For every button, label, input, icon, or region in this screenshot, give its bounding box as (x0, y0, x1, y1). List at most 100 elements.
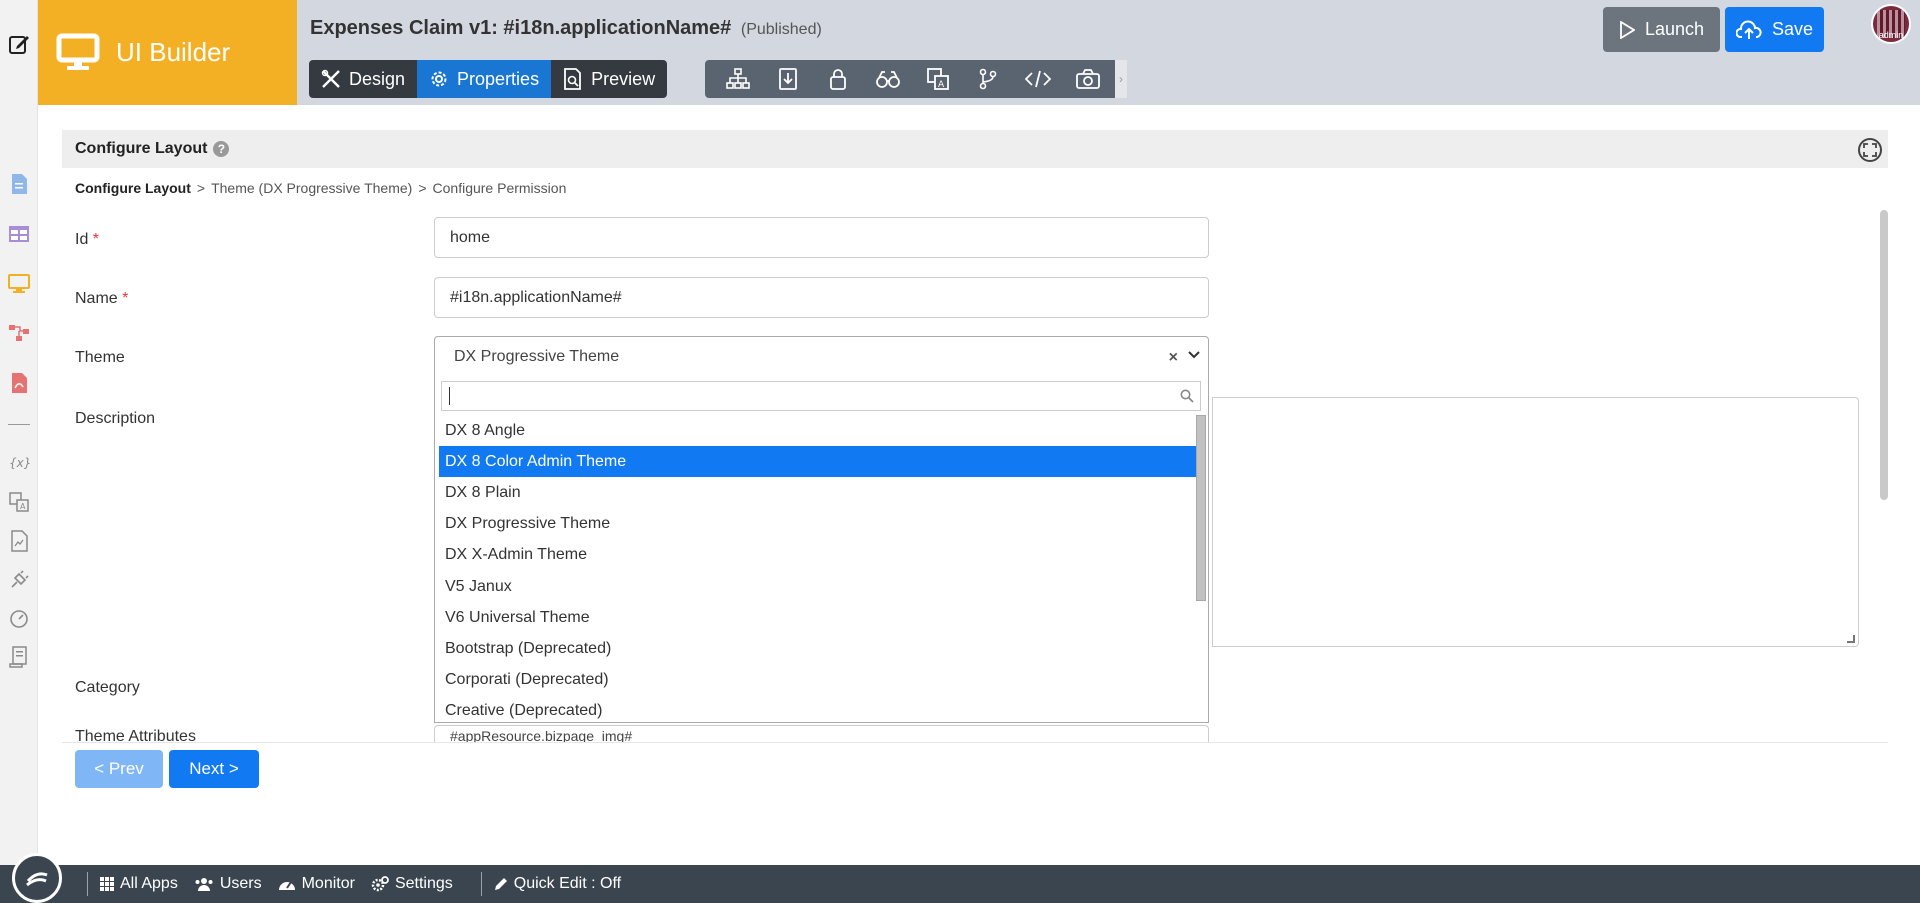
tab-preview[interactable]: Preview (551, 60, 667, 98)
breadcrumb-item[interactable]: Theme (DX Progressive Theme) (211, 180, 412, 196)
name-field-value: #i18n.applicationName# (450, 288, 622, 306)
pdf-icon[interactable] (7, 371, 31, 395)
footer-settings[interactable]: Settings (371, 875, 453, 893)
resize-grip-icon[interactable] (1847, 635, 1855, 643)
breadcrumb-item[interactable]: Configure Layout (75, 180, 191, 196)
name-field[interactable]: #i18n.applicationName# (434, 277, 1209, 318)
binoculars-icon[interactable] (863, 60, 913, 98)
footer-divider (87, 872, 88, 896)
quick-edit-toggle[interactable]: Quick Edit : Off (494, 875, 621, 893)
mode-tabs: Design Properties Preview (309, 60, 668, 98)
footer-monitor-label: Monitor (301, 875, 355, 892)
edit-icon[interactable] (7, 32, 31, 56)
dropdown-option[interactable]: Corporati (Deprecated) (439, 665, 1196, 696)
header-bar: UI Builder Expenses Claim v1: #i18n.appl… (38, 0, 1920, 105)
required-mark: * (122, 290, 129, 307)
document-icon[interactable] (7, 172, 31, 196)
dropdown-option[interactable]: DX 8 Plain (439, 477, 1196, 508)
launch-button[interactable]: Launch (1603, 7, 1720, 52)
brand-logo[interactable]: UI Builder (38, 0, 297, 105)
toolbar-scroll-arrow[interactable]: › (1115, 60, 1127, 98)
theme-attributes-field[interactable]: #appResource.bizpage_img# (434, 725, 1209, 743)
main-panel: Configure Layout ? Configure Layout > Th… (62, 130, 1888, 743)
lock-icon[interactable] (813, 60, 863, 98)
toolbar: A (705, 60, 1115, 98)
id-field-value: home (450, 228, 491, 246)
clear-icon[interactable]: × (1169, 349, 1178, 367)
dropdown-option[interactable]: DX 8 Angle (439, 415, 1196, 446)
tab-design-label: Design (349, 68, 406, 89)
category-label: Category (75, 679, 140, 696)
import-icon[interactable] (763, 60, 813, 98)
launch-label: Launch (1644, 19, 1705, 39)
dropdown-option[interactable]: V6 Universal Theme (439, 602, 1196, 633)
dropdown-options: DX 8 Angle DX 8 Color Admin Theme DX 8 P… (439, 415, 1196, 723)
joget-logo-icon[interactable] (12, 853, 62, 903)
branch-icon[interactable] (963, 60, 1013, 98)
dropdown-option[interactable]: Creative (Deprecated) (439, 696, 1196, 723)
app-title-text: Expenses Claim v1: #i18n.applicationName… (310, 17, 732, 39)
code-icon[interactable] (1013, 60, 1063, 98)
table-icon[interactable] (7, 222, 31, 246)
footer-users[interactable]: Users (194, 875, 262, 893)
breadcrumb-item[interactable]: Configure Permission (433, 180, 567, 196)
dropdown-option-selected[interactable]: DX 8 Color Admin Theme (439, 446, 1196, 478)
variable-icon[interactable]: {x} (7, 450, 31, 474)
divider (62, 742, 1888, 743)
app-title: Expenses Claim v1: #i18n.applicationName… (310, 17, 822, 40)
plugin-icon[interactable] (7, 568, 31, 592)
camera-icon[interactable] (1063, 60, 1113, 98)
chevron-down-icon[interactable] (1188, 350, 1200, 360)
help-icon[interactable]: ? (213, 141, 230, 157)
text-caret (449, 387, 450, 405)
dropdown-option[interactable]: Bootstrap (Deprecated) (439, 633, 1196, 664)
next-button[interactable]: Next > (169, 750, 259, 788)
description-textarea[interactable] (1212, 397, 1859, 647)
avatar[interactable]: admin (1871, 4, 1911, 44)
performance-icon[interactable] (7, 607, 31, 631)
tab-design[interactable]: Design (309, 60, 417, 98)
save-button[interactable]: Save (1725, 7, 1824, 52)
cloud-upload-icon (1735, 20, 1762, 40)
script-icon[interactable] (7, 645, 31, 669)
grid-icon (100, 877, 114, 891)
prev-button[interactable]: < Prev (75, 750, 163, 788)
description-label: Description (75, 410, 156, 427)
save-label: Save (1771, 19, 1814, 39)
panel-header: Configure Layout ? (62, 130, 1888, 168)
main-scrollbar[interactable] (1880, 210, 1888, 500)
footer-divider (480, 872, 482, 896)
tab-properties[interactable]: Properties (417, 60, 552, 98)
design-tools-icon (321, 69, 341, 89)
avatar-label: admin (1878, 30, 1904, 40)
svg-text:A: A (20, 502, 26, 511)
footer-nav: All Apps Users Monitor Settings Quick Ed… (75, 865, 637, 903)
footer-all-apps[interactable]: All Apps (100, 875, 178, 893)
id-label-text: Id (75, 231, 89, 248)
dropdown-option[interactable]: DX Progressive Theme (439, 509, 1196, 540)
dropdown-option[interactable]: V5 Janux (439, 571, 1196, 602)
page-title: Configure Layout (75, 140, 208, 157)
translate-icon[interactable]: A (913, 60, 963, 98)
fullscreen-icon[interactable] (1858, 138, 1882, 162)
required-mark: * (92, 231, 100, 248)
footer-settings-label: Settings (394, 875, 453, 892)
monitor-icon[interactable] (7, 272, 31, 296)
report-icon[interactable] (7, 529, 31, 553)
translate-icon[interactable]: A (7, 490, 31, 514)
id-field[interactable]: home (434, 217, 1209, 258)
gear-icon (429, 69, 449, 89)
process-icon[interactable] (7, 321, 31, 345)
search-icon (1180, 389, 1194, 403)
dropdown-search-input[interactable] (441, 381, 1201, 411)
users-icon (194, 877, 214, 891)
svg-text:{x}: {x} (9, 456, 30, 470)
sitemap-icon[interactable] (713, 60, 763, 98)
dropdown-scrollbar[interactable] (1196, 415, 1206, 601)
footer-users-label: Users (219, 875, 262, 892)
theme-select[interactable]: DX Progressive Theme × (434, 336, 1209, 377)
footer-monitor[interactable]: Monitor (278, 875, 355, 893)
quick-edit-label: Quick Edit : Off (513, 875, 622, 892)
dropdown-option[interactable]: DX X-Admin Theme (439, 540, 1196, 571)
breadcrumb: Configure Layout > Theme (DX Progressive… (75, 180, 566, 196)
